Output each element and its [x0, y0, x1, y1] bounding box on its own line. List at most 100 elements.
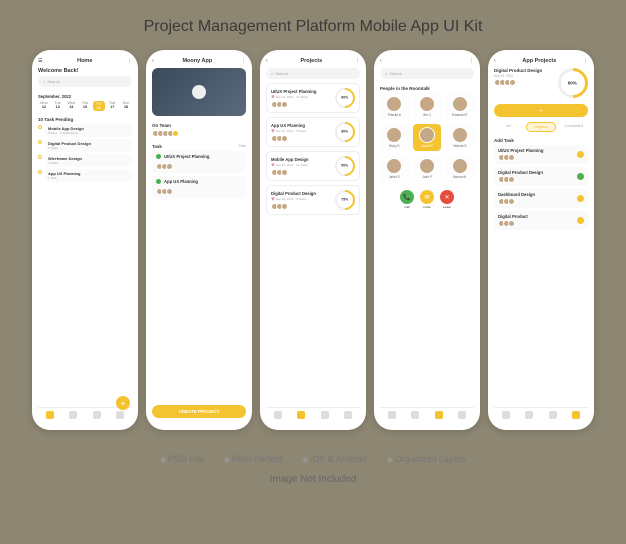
top-project-date: Sep 16, 2022 [494, 74, 542, 78]
search-input[interactable]: ⌕Search [380, 68, 474, 79]
calendar-day[interactable]: Thu15 [79, 101, 91, 111]
nav-item[interactable] [435, 411, 443, 419]
nav-item[interactable] [321, 411, 329, 419]
task-card[interactable]: UI/UX Project Planning [152, 151, 246, 173]
menu-icon[interactable]: ⋮ [583, 58, 588, 64]
bottom-nav [38, 407, 132, 422]
tab[interactable]: Completed [559, 122, 588, 132]
person-card[interactable]: Josh P [413, 155, 442, 182]
disclaimer: Image Not Included [270, 474, 357, 485]
nav-item[interactable] [274, 411, 282, 419]
on-team-label: On Team [152, 123, 171, 128]
nav-item[interactable] [572, 411, 580, 419]
notif-icon[interactable]: ⋮ [127, 58, 132, 64]
nav-item[interactable] [549, 411, 557, 419]
bottom-nav [494, 407, 588, 422]
header-title: Home [77, 58, 92, 64]
person-card[interactable]: Emanuel E [445, 93, 474, 120]
menu-icon[interactable]: ☰ [38, 58, 42, 64]
calendar-day[interactable]: Wed14 [65, 101, 77, 111]
task-timeline: Mobile App Design6 Days · 5 Tasks Done Di… [38, 124, 132, 184]
person-card[interactable]: Norma M [445, 155, 474, 182]
nav-item[interactable] [388, 411, 396, 419]
nav-item[interactable] [344, 411, 352, 419]
screen-projects: ‹ Projects ⋮ ⌕Search UI/UX Project Plann… [260, 50, 366, 430]
timeline-item[interactable]: Mobile App Design6 Days · 5 Tasks Done [38, 124, 132, 137]
project-list: UI/UX Project Planning📅 Sep 16, 2022 · 1… [266, 83, 360, 219]
feature-item: PSD File [160, 454, 204, 464]
nav-item[interactable] [502, 411, 510, 419]
calendar-day[interactable]: Sat17 [106, 101, 118, 111]
add-fab[interactable]: + [116, 396, 130, 410]
task-label: Task [152, 144, 162, 149]
person-card[interactable]: Jacob K [413, 124, 442, 151]
bottom-nav [380, 407, 474, 422]
person-card[interactable]: Janet S [380, 155, 409, 182]
leave-button[interactable]: ✕ [440, 190, 454, 204]
back-icon[interactable]: ‹ [494, 58, 496, 64]
top-project-title: Digital Product Design [494, 68, 542, 73]
welcome-text: Welcome Back! [38, 68, 132, 74]
progress-donut: 60% [552, 62, 594, 104]
timeline-item[interactable]: Wireframe Design4 Tasks [38, 154, 132, 167]
menu-icon[interactable]: ⋮ [355, 58, 360, 64]
menu-icon[interactable]: ⋮ [241, 58, 246, 64]
task-card[interactable]: Dashboard Design [494, 189, 588, 208]
project-card[interactable]: UI/UX Project Planning📅 Sep 16, 2022 · 1… [266, 83, 360, 113]
add-task-button[interactable]: + [494, 104, 588, 117]
team-avatars[interactable] [152, 130, 246, 137]
project-card[interactable]: Digital Product Design📅 Sep 16, 2022 · 6… [266, 185, 360, 215]
back-icon[interactable]: ‹ [152, 58, 154, 64]
tab[interactable]: Ongoing [526, 122, 557, 132]
nav-item[interactable] [525, 411, 533, 419]
people-grid: Priscila AJim CEmanuel E Ruby SJacob KVic… [380, 93, 474, 182]
nav-item[interactable] [297, 411, 305, 419]
project-card[interactable]: App UX Planning📅 Sep 16, 2022 · 8 Tasks9… [266, 117, 360, 147]
task-card[interactable]: Digital Product [494, 211, 588, 230]
timeline-item[interactable]: App UX Planning1 Task [38, 169, 132, 182]
menu-icon[interactable]: ⋮ [469, 58, 474, 64]
screen-home: ☰ Home ⋮ Welcome Back! ⌕Search September… [32, 50, 138, 430]
calendar-day[interactable]: Tue13 [52, 101, 64, 111]
project-card[interactable]: Mobile App Design📅 Sep 16, 2022 · 12 Tas… [266, 151, 360, 181]
call-button[interactable]: 📞 [400, 190, 414, 204]
person-card[interactable]: Jim C [413, 93, 442, 120]
calendar-day[interactable]: Sun18 [120, 101, 132, 111]
nav-item[interactable] [411, 411, 419, 419]
search-input[interactable]: ⌕Search [38, 76, 132, 87]
pending-label: 10 Task Pending [38, 117, 132, 122]
person-card[interactable]: Victoria S [445, 124, 474, 151]
screen-detail: ‹ Moony App ⋮ On Team TaskTask UI/UX Pro… [146, 50, 252, 430]
hero-image [152, 68, 246, 116]
person-card[interactable]: Ruby S [380, 124, 409, 151]
screen-people: ‹ ⋮ ⌕Search People in the Roomtalk Prisc… [374, 50, 480, 430]
screen-app-projects: ‹ App Projects ⋮ Digital Product Design … [488, 50, 594, 430]
nav-item[interactable] [46, 411, 54, 419]
nav-item[interactable] [116, 411, 124, 419]
nav-item[interactable] [93, 411, 101, 419]
header-title: App Projects [522, 58, 556, 64]
task-card[interactable]: UI/UX Project Planning [494, 145, 588, 164]
timeline-item[interactable]: Digital Product Design3 Tasks [38, 139, 132, 152]
top-avatars [494, 79, 542, 86]
nav-item[interactable] [458, 411, 466, 419]
task-list: UI/UX Project Planning Digital Product De… [494, 145, 588, 233]
search-input[interactable]: ⌕Search [266, 68, 360, 79]
phones-row: ☰ Home ⋮ Welcome Back! ⌕Search September… [32, 50, 594, 430]
create-project-button[interactable]: CREATE PROJECT [152, 405, 246, 418]
person-card[interactable]: Priscila A [380, 93, 409, 120]
feature-item: iOS & Android [302, 454, 367, 464]
back-icon[interactable]: ‹ [266, 58, 268, 64]
task-card[interactable]: App UX Planning [152, 176, 246, 198]
nav-item[interactable] [69, 411, 77, 419]
calendar: Mon12Tue13Wed14Thu15Fri16Sat17Sun18 [38, 101, 132, 111]
back-icon[interactable]: ‹ [380, 58, 382, 64]
tab[interactable]: All [494, 122, 523, 132]
task-card[interactable]: Digital Product Design [494, 167, 588, 186]
bottom-nav [266, 407, 360, 422]
invite-button[interactable]: ✉ [420, 190, 434, 204]
search-icon: ⌕ [271, 71, 273, 76]
calendar-day[interactable]: Fri16 [93, 101, 105, 111]
calendar-day[interactable]: Mon12 [38, 101, 50, 111]
header-title: Projects [300, 58, 322, 64]
